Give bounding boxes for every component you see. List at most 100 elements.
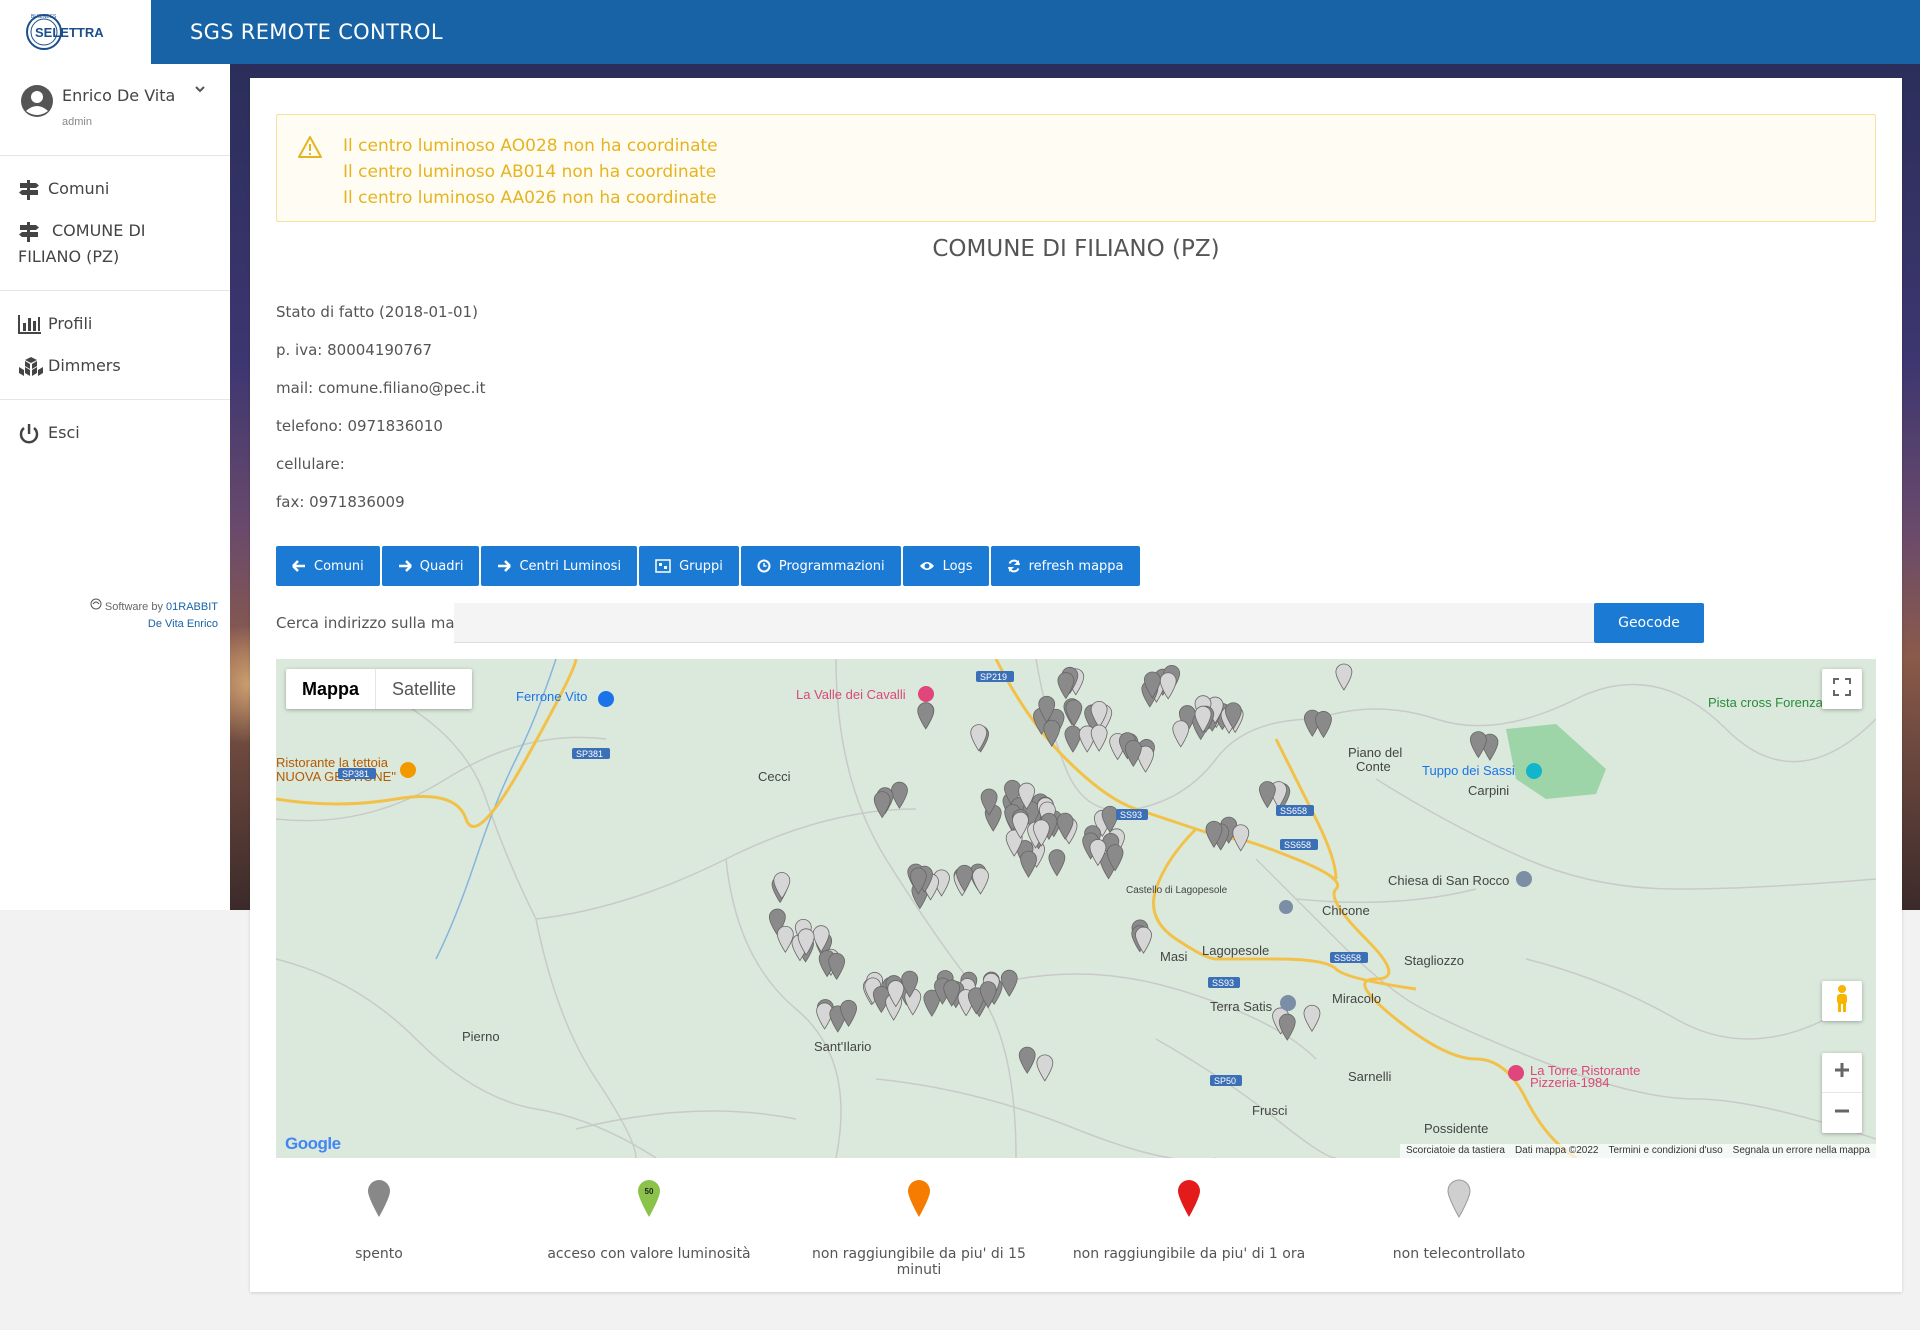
map-pin[interactable] xyxy=(1232,824,1250,852)
credit-author-link[interactable]: De Vita Enrico xyxy=(148,618,218,630)
map-pin[interactable] xyxy=(970,724,988,752)
geocode-button[interactable]: Geocode xyxy=(1594,603,1704,643)
selettra-logo[interactable]: BUSINESS SELETTRA xyxy=(0,0,151,64)
map-place-label: Pierno xyxy=(462,1029,500,1044)
sidebar-item-esci[interactable]: Esci xyxy=(0,412,230,454)
centri-luminosi-button[interactable]: Centri Luminosi xyxy=(481,546,638,586)
quadri-button[interactable]: Quadri xyxy=(381,546,480,586)
map-canvas[interactable]: Ferrone Vito La Valle dei Cavalli Ristor… xyxy=(276,659,1876,1158)
credit-company-link[interactable]: 01RABBIT xyxy=(166,601,218,613)
sidebar: Enrico De Vita admin Comuni COMUNE DI FI… xyxy=(0,64,230,910)
info-cellulare: cellulare: xyxy=(276,455,345,473)
arrow-right-icon xyxy=(497,560,512,572)
map-type-mappa[interactable]: Mappa xyxy=(286,669,375,709)
legend-label: non telecontrollato xyxy=(1392,1246,1526,1262)
user-menu[interactable]: Enrico De Vita admin xyxy=(0,64,230,156)
app-title: SGS REMOTE CONTROL xyxy=(190,20,443,44)
poi-icon xyxy=(1280,995,1296,1011)
refresh-map-button[interactable]: refresh mappa xyxy=(990,546,1140,586)
nav-group-tools: Profili Dimmers xyxy=(0,291,230,400)
map-place-label: Chiesa di San Rocco xyxy=(1388,873,1509,888)
nav-group-comuni: Comuni COMUNE DI FILIANO (PZ) xyxy=(0,156,230,291)
map-pin[interactable] xyxy=(1048,849,1066,877)
zoom-controls xyxy=(1822,1053,1862,1133)
chevron-down-icon[interactable] xyxy=(194,82,206,98)
map-place-label: Terra Satis xyxy=(1210,999,1273,1014)
programmazioni-button[interactable]: Programmazioni xyxy=(740,546,901,586)
map-pin[interactable] xyxy=(1043,719,1061,747)
map-pin[interactable] xyxy=(1469,731,1487,759)
credit-prefix: Software by xyxy=(104,601,163,613)
warning-alert: Il centro luminoso AO028 non ha coordina… xyxy=(276,114,1876,222)
map-pin[interactable] xyxy=(1303,1004,1321,1032)
address-search-input[interactable] xyxy=(454,603,1594,643)
map-pin[interactable] xyxy=(1278,1013,1296,1041)
municipality-info: Stato di fatto (2018-01-01) p. iva: 8000… xyxy=(276,302,485,530)
info-stato: Stato di fatto (2018-01-01) xyxy=(276,303,478,321)
fullscreen-icon xyxy=(1833,677,1851,701)
terms-link[interactable]: Termini e condizioni d'uso xyxy=(1608,1144,1722,1158)
top-bar: BUSINESS SELETTRA SGS REMOTE CONTROL xyxy=(0,0,1920,64)
poi-icon xyxy=(598,691,614,707)
logo-ring-text: BUSINESS xyxy=(31,14,57,20)
button-label: Gruppi xyxy=(679,558,723,574)
sidebar-item-comuni[interactable]: Comuni xyxy=(0,168,230,210)
map-pin[interactable] xyxy=(1020,850,1037,878)
map-pin[interactable] xyxy=(1057,672,1075,700)
map-pin[interactable] xyxy=(776,925,794,953)
eye-icon xyxy=(919,560,935,572)
map-pin[interactable] xyxy=(1036,1054,1054,1082)
map-type-satellite[interactable]: Satellite xyxy=(375,669,472,709)
google-logo-text: Google xyxy=(285,1134,341,1153)
keyboard-shortcuts-link[interactable]: Scorciatoie da tastiera xyxy=(1406,1144,1505,1158)
comuni-button[interactable]: Comuni xyxy=(276,546,380,586)
map-pin[interactable] xyxy=(1335,663,1353,691)
sidebar-item-dimmers[interactable]: Dimmers xyxy=(0,345,230,387)
map-place-label: Carpini xyxy=(1468,783,1509,798)
report-error-link[interactable]: Segnala un errore nella mappa xyxy=(1733,1144,1870,1158)
info-fax: fax: 0971836009 xyxy=(276,493,405,511)
map-place-label: Pista cross Forenza xyxy=(1708,695,1824,710)
minus-icon xyxy=(1833,1102,1851,1125)
map-pin[interactable] xyxy=(917,702,935,730)
road-shield-label: SP50 xyxy=(1214,1076,1236,1086)
sidebar-item-profili[interactable]: Profili xyxy=(0,303,230,345)
fullscreen-button[interactable] xyxy=(1822,669,1862,709)
zoom-out-button[interactable] xyxy=(1822,1093,1862,1133)
legend-item-15-min: non raggiungibile da piu' di 15 minuti xyxy=(789,1178,1049,1278)
street-view-pegman[interactable] xyxy=(1822,981,1862,1021)
zoom-in-button[interactable] xyxy=(1822,1053,1862,1093)
address-search: Cerca indirizzo sulla mappa: Geocode xyxy=(276,603,1876,643)
info-telefono: telefono: 0971836010 xyxy=(276,417,443,435)
map-pin[interactable] xyxy=(1258,781,1276,809)
map-pin[interactable] xyxy=(1124,739,1142,768)
legend-item-acceso: 50 acceso con valore luminosità xyxy=(519,1178,779,1262)
arrow-right-icon xyxy=(398,560,412,572)
map-pin[interactable] xyxy=(891,781,908,809)
map-pin[interactable] xyxy=(1018,1046,1036,1074)
google-map[interactable]: Ferrone Vito La Valle dei Cavalli Ristor… xyxy=(276,659,1876,1158)
park-area xyxy=(1506,724,1606,799)
map-pin[interactable] xyxy=(972,867,989,895)
map-pin[interactable] xyxy=(1000,969,1018,997)
map-pin[interactable] xyxy=(1090,724,1108,752)
button-label: refresh mappa xyxy=(1028,558,1124,574)
map-pin[interactable] xyxy=(1064,725,1082,753)
gruppi-button[interactable]: Gruppi xyxy=(639,546,739,586)
road-shield-label: SS658 xyxy=(1334,953,1361,963)
logs-button[interactable]: Logs xyxy=(902,546,989,586)
pin-red-icon xyxy=(1059,1178,1319,1222)
map-pin[interactable] xyxy=(1172,720,1190,748)
map-pin[interactable] xyxy=(1065,699,1083,727)
sidebar-item-comune-filiano[interactable]: COMUNE DI FILIANO (PZ) xyxy=(0,210,230,278)
road-shield-label: SP381 xyxy=(576,749,603,759)
map-place-label: Conte xyxy=(1356,759,1391,774)
user-avatar-icon xyxy=(20,84,54,123)
legend-label: acceso con valore luminosità xyxy=(547,1246,751,1262)
signpost-icon xyxy=(18,218,48,243)
map-place-label: Lagopesole xyxy=(1202,943,1269,958)
map-pin[interactable] xyxy=(873,791,891,819)
map-place-label: Ristorante la tettoia xyxy=(276,755,389,770)
signpost-icon xyxy=(18,176,48,201)
map-pin[interactable] xyxy=(1315,711,1332,739)
